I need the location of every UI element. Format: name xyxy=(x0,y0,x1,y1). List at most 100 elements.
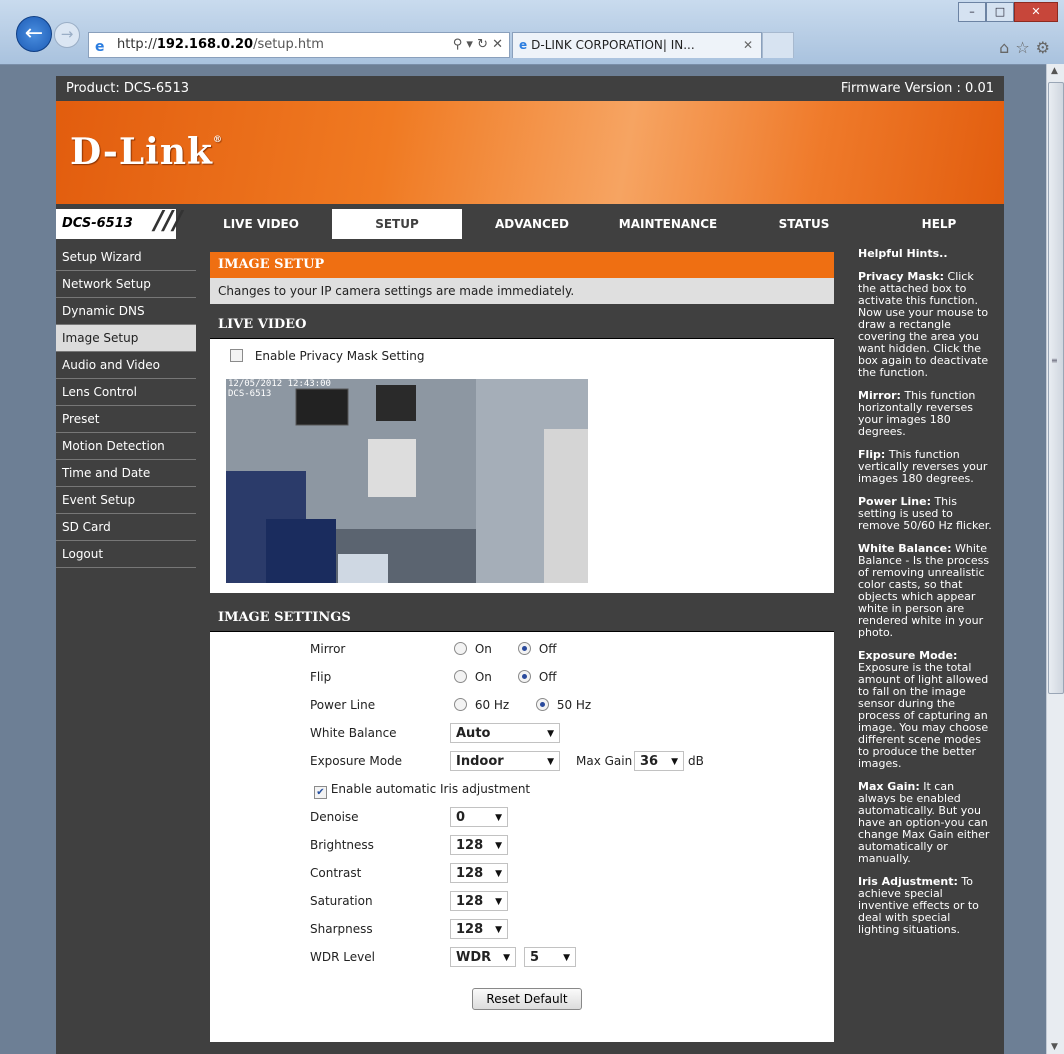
brightness-row: Brightness 128 ▼ xyxy=(210,832,834,860)
iris-row: ✔ Enable automatic Iris adjustment xyxy=(210,776,834,804)
tab-title: D-LINK CORPORATION| IN... xyxy=(531,38,695,52)
sidebar-item-motion-detection[interactable]: Motion Detection xyxy=(56,433,196,460)
privacy-mask-label: Enable Privacy Mask Setting xyxy=(254,349,425,363)
hint-iris-adjustment: Iris Adjustment: To achieve special inve… xyxy=(858,876,992,936)
forward-button[interactable]: → xyxy=(54,22,80,48)
maximize-icon[interactable]: □ xyxy=(986,2,1014,22)
vertical-scrollbar[interactable]: ▲ ≡ ▼ xyxy=(1046,64,1064,1054)
browser-tab[interactable]: e D-LINK CORPORATION| IN... ✕ xyxy=(512,32,762,58)
hint-text: Click the attached box to activate this … xyxy=(858,270,989,379)
exposure-mode-select[interactable]: Indoor ▼ xyxy=(450,751,560,771)
scrollbar-thumb[interactable] xyxy=(1048,82,1064,694)
tab-status[interactable]: STATUS xyxy=(738,209,870,239)
sidebar-item-time-and-date[interactable]: Time and Date xyxy=(56,460,196,487)
sidebar-item-lens-control[interactable]: Lens Control xyxy=(56,379,196,406)
hints-title: Helpful Hints.. xyxy=(858,248,992,260)
tab-setup[interactable]: SETUP xyxy=(332,209,462,239)
address-bar[interactable]: e http://192.168.0.20/setup.htm ⚲ ▾ ↻ ✕ xyxy=(88,32,510,58)
power-50hz-radio[interactable] xyxy=(536,698,549,711)
url-path: /setup.htm xyxy=(253,37,324,52)
flip-on-label: On xyxy=(474,670,492,684)
back-button[interactable]: ← xyxy=(16,16,52,52)
product-name: Product: DCS-6513 xyxy=(66,81,189,96)
scroll-up-arrow-icon[interactable]: ▲ xyxy=(1051,66,1058,76)
top-nav: DCS-6513 /// LIVE VIDEO SETUP ADVANCED M… xyxy=(56,204,1004,241)
white-balance-select[interactable]: Auto ▼ xyxy=(450,723,560,743)
chevron-down-icon: ▼ xyxy=(671,757,678,767)
mirror-off-label: Off xyxy=(538,642,557,656)
flip-off-radio[interactable] xyxy=(518,670,531,683)
max-gain-value: 36 xyxy=(640,754,659,769)
wdr-label: WDR Level xyxy=(310,950,375,964)
video-camera-name: DCS-6513 xyxy=(228,389,272,399)
hint-flip: Flip: This function vertically reverses … xyxy=(858,449,992,485)
image-settings-heading: IMAGE SETTINGS xyxy=(210,605,834,632)
address-controls[interactable]: ⚲ ▾ ↻ ✕ xyxy=(453,33,503,57)
power-50hz-label: 50 Hz xyxy=(556,698,592,712)
wdr-level-value: 5 xyxy=(530,950,540,965)
max-gain-select[interactable]: 36 ▼ xyxy=(634,751,684,771)
sidebar-item-network-setup[interactable]: Network Setup xyxy=(56,271,196,298)
sharpness-select[interactable]: 128 ▼ xyxy=(450,919,508,939)
sharpness-label: Sharpness xyxy=(310,922,373,936)
scroll-grip-icon: ≡ xyxy=(1051,356,1058,365)
tab-live-video[interactable]: LIVE VIDEO xyxy=(196,209,326,239)
sidebar-item-setup-wizard[interactable]: Setup Wizard xyxy=(56,244,196,271)
saturation-select[interactable]: 128 ▼ xyxy=(450,891,508,911)
chevron-down-icon: ▼ xyxy=(547,729,554,739)
exposure-mode-row: Exposure Mode Indoor ▼ Max Gain 36 ▼ dB xyxy=(210,748,834,776)
white-balance-row: White Balance Auto ▼ xyxy=(210,720,834,748)
flip-label: Flip xyxy=(310,670,332,684)
sidebar-item-logout[interactable]: Logout xyxy=(56,541,196,568)
new-tab-button[interactable] xyxy=(762,32,794,58)
scroll-down-arrow-icon[interactable]: ▼ xyxy=(1051,1042,1058,1052)
sidebar-item-preset[interactable]: Preset xyxy=(56,406,196,433)
wdr-mode-select[interactable]: WDR ▼ xyxy=(450,947,516,967)
mirror-label: Mirror xyxy=(310,642,346,656)
denoise-select[interactable]: 0 ▼ xyxy=(450,807,508,827)
close-window-icon[interactable]: ✕ xyxy=(1014,2,1058,22)
home-icon[interactable]: ⌂ xyxy=(999,38,1015,57)
sidebar-item-audio-and-video[interactable]: Audio and Video xyxy=(56,352,196,379)
contrast-select[interactable]: 128 ▼ xyxy=(450,863,508,883)
power-line-row: Power Line 60 Hz 50 Hz xyxy=(210,692,834,720)
sharpness-value: 128 xyxy=(456,922,484,937)
hint-text: Exposure is the total amount of light al… xyxy=(858,661,989,770)
model-slashes: /// xyxy=(154,206,183,236)
image-setup-note: Changes to your IP camera settings are m… xyxy=(210,278,834,304)
brightness-value: 128 xyxy=(456,838,484,853)
close-tab-icon[interactable]: ✕ xyxy=(743,33,753,58)
wdr-mode-value: WDR xyxy=(456,950,492,965)
brightness-select[interactable]: 128 ▼ xyxy=(450,835,508,855)
flip-on-radio[interactable] xyxy=(454,670,467,683)
wdr-row: WDR Level WDR ▼ 5 ▼ xyxy=(210,944,834,972)
iris-checkbox[interactable]: ✔ xyxy=(314,786,327,799)
sidebar-item-sd-card[interactable]: SD Card xyxy=(56,514,196,541)
mirror-off-radio[interactable] xyxy=(518,642,531,655)
privacy-mask-checkbox[interactable] xyxy=(230,349,243,362)
favorites-star-icon[interactable]: ☆ xyxy=(1015,38,1035,57)
product-bar: Product: DCS-6513 Firmware Version : 0.0… xyxy=(56,76,1004,101)
contrast-row: Contrast 128 ▼ xyxy=(210,860,834,888)
brand-banner: D-Link® xyxy=(56,101,1004,204)
mirror-row: Mirror On Off xyxy=(210,636,834,664)
reset-default-button[interactable]: Reset Default xyxy=(472,988,582,1010)
power-60hz-radio[interactable] xyxy=(454,698,467,711)
minimize-icon[interactable]: – xyxy=(958,2,986,22)
gear-icon[interactable]: ⚙ xyxy=(1036,38,1056,57)
live-video-preview: 12/05/2012 12:43:00 DCS-6513 xyxy=(226,379,588,583)
sidebar-item-event-setup[interactable]: Event Setup xyxy=(56,487,196,514)
sidebar-item-image-setup[interactable]: Image Setup xyxy=(56,325,196,352)
hint-max-gain: Max Gain: It can always be enabled autom… xyxy=(858,781,992,865)
sidebar-item-dynamic-dns[interactable]: Dynamic DNS xyxy=(56,298,196,325)
tab-maintenance[interactable]: MAINTENANCE xyxy=(602,209,734,239)
hint-exposure-mode: Exposure Mode: Exposure is the total amo… xyxy=(858,650,992,770)
tab-advanced[interactable]: ADVANCED xyxy=(466,209,598,239)
wdr-level-select[interactable]: 5 ▼ xyxy=(524,947,576,967)
hint-mirror: Mirror: This function horizontally rever… xyxy=(858,390,992,438)
tab-help[interactable]: HELP xyxy=(874,209,1004,239)
live-video-panel: Enable Privacy Mask Setting 12/05/2012 1… xyxy=(210,339,834,593)
hint-text: White Balance - Is the process of removi… xyxy=(858,542,990,639)
mirror-on-radio[interactable] xyxy=(454,642,467,655)
main-content: IMAGE SETUP Changes to your IP camera se… xyxy=(210,248,834,1054)
